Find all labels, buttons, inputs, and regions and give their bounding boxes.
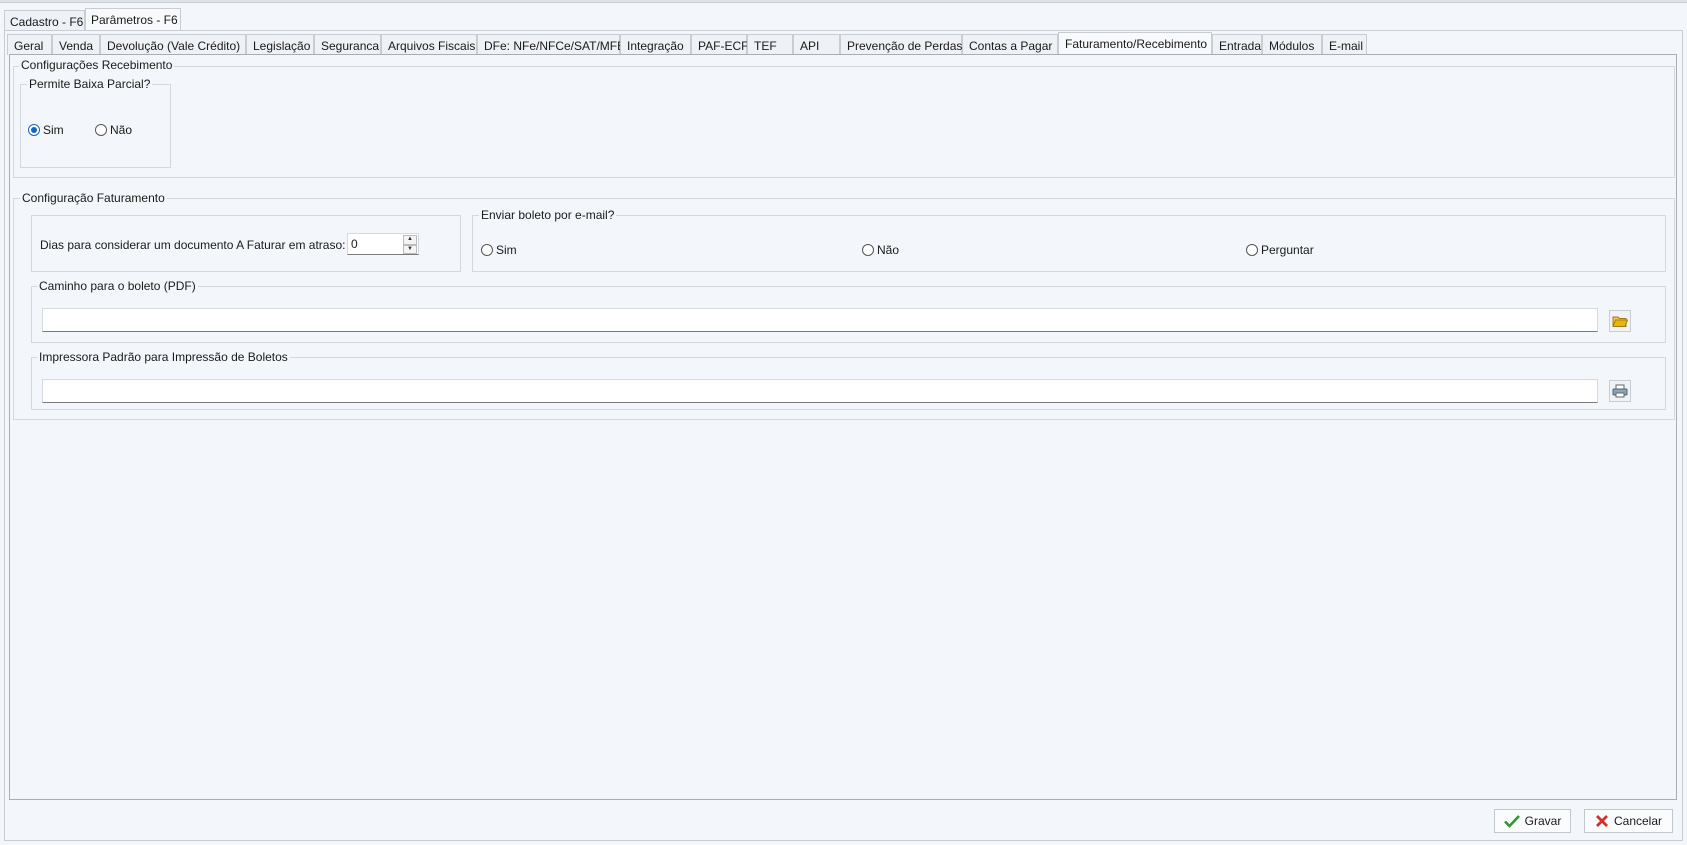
tab-label: Devolução (Vale Crédito) [107,39,241,53]
enviar-boleto-nao-radio[interactable]: Não [862,243,899,257]
cancel-label: Cancelar [1613,814,1663,828]
radio-unchecked-icon [1246,244,1258,256]
tab-label: Faturamento/Recebimento [1065,37,1208,51]
browse-folder-button[interactable] [1609,310,1631,332]
radio-label: Não [110,123,133,137]
printer-icon [1612,384,1628,398]
tab-label: DFe: NFe/NFCe/SAT/MFE [484,39,626,53]
tab-api[interactable]: API [793,34,840,55]
radio-unchecked-icon [862,244,874,256]
tab-tef[interactable]: TEF [747,34,793,55]
caminho-boleto-input[interactable] [42,308,1598,332]
dias-atraso-value: 0 [351,237,358,251]
tab-label: Módulos [1269,39,1315,53]
impressora-title: Impressora Padrão para Impressão de Bole… [37,350,290,364]
radio-label: Sim [496,243,517,257]
select-printer-button[interactable] [1609,380,1631,402]
stepper-up-icon[interactable]: ▲ [403,235,417,245]
tab-label: Geral [14,39,44,53]
dias-atraso-label: Dias para considerar um documento A Fatu… [40,238,346,252]
tab-label: TEF [754,39,777,53]
radio-checked-icon [28,124,40,136]
tab-prevencao-perdas[interactable]: Prevenção de Perdas [840,34,962,55]
stepper-down-icon[interactable]: ▼ [403,244,417,254]
enviar-boleto-sim-radio[interactable]: Sim [481,243,517,257]
tab-label: Arquivos Fiscais [388,39,476,53]
tab-cadastro[interactable]: Cadastro - F6 [4,10,85,31]
tab-venda[interactable]: Venda [52,34,100,55]
impressora-input[interactable] [42,379,1598,403]
enviar-boleto-title: Enviar boleto por e-mail? [479,208,617,222]
tab-devolucao[interactable]: Devolução (Vale Crédito) [100,34,246,55]
radio-unchecked-icon [95,124,107,136]
tab-seguranca[interactable]: Seguranca [314,34,381,55]
folder-icon [1612,316,1628,327]
tab-label: Entrada [1219,39,1262,53]
baixa-parcial-nao-radio[interactable]: Não [95,123,132,137]
save-button[interactable]: Gravar [1494,809,1571,833]
save-label: Gravar [1524,814,1562,828]
radio-label: Sim [43,123,64,137]
tab-label: Prevenção de Perdas [847,39,963,53]
tab-label: Contas a Pagar [969,39,1053,53]
caminho-boleto-title: Caminho para o boleto (PDF) [37,279,198,293]
close-icon [1595,815,1608,827]
faturamento-title: Configuração Faturamento [20,191,167,205]
stepper-buttons: ▲ ▼ [403,235,417,254]
tab-label: Legislação [253,39,311,53]
tab-label: Parâmetros - F6 [91,13,178,27]
tab-integracao[interactable]: Integração [620,34,691,55]
recebimento-title: Configurações Recebimento [19,58,175,72]
tab-arquivos-fiscais[interactable]: Arquivos Fiscais [381,34,477,55]
enviar-boleto-perguntar-radio[interactable]: Perguntar [1246,243,1314,257]
cancel-button[interactable]: Cancelar [1584,809,1673,833]
dias-atraso-stepper[interactable]: 0 ▲ ▼ [347,233,419,255]
tab-label: E-mail [1329,39,1364,53]
tab-label: Integração [627,39,684,53]
tab-paf-ecf[interactable]: PAF-ECF [691,34,749,55]
tab-label: PAF-ECF [698,39,749,53]
tab-label: Venda [59,39,94,53]
radio-label: Não [877,243,900,257]
radio-unchecked-icon [481,244,493,256]
tab-dfe[interactable]: DFe: NFe/NFCe/SAT/MFE [477,34,625,55]
tab-legislacao[interactable]: Legislação [246,34,314,55]
tab-faturamento-recebimento[interactable]: Faturamento/Recebimento [1058,32,1212,55]
tab-geral[interactable]: Geral [7,34,52,55]
recebimento-group [13,66,1675,178]
tab-label: Seguranca [321,39,380,53]
baixa-parcial-title: Permite Baixa Parcial? [27,77,153,91]
tab-email[interactable]: E-mail [1322,34,1367,55]
tab-entrada[interactable]: Entrada [1212,34,1262,55]
enviar-boleto-group [472,215,1666,272]
window-top-border [0,0,1687,3]
tab-label: API [800,39,820,53]
tab-label: Cadastro - F6 [10,15,84,29]
tab-parametros[interactable]: Parâmetros - F6 [85,8,181,31]
tab-modulos[interactable]: Módulos [1262,34,1322,55]
baixa-parcial-sim-radio[interactable]: Sim [28,123,64,137]
checkmark-icon [1503,815,1520,828]
radio-label: Perguntar [1261,243,1314,257]
tab-contas-pagar[interactable]: Contas a Pagar [962,34,1058,55]
